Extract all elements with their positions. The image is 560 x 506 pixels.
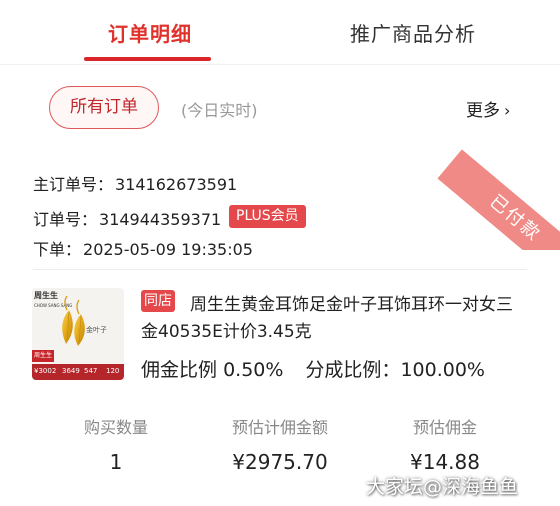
tab-product-analysis[interactable]: 推广商品分析 bbox=[350, 18, 476, 47]
order-value: 314944359371 bbox=[99, 210, 222, 229]
estimated-base-value: ¥2975.70 bbox=[232, 450, 328, 474]
share-rate-label: 分成比例： bbox=[305, 359, 401, 381]
estimated-base-label: 预估计佣金额 bbox=[231, 418, 328, 437]
top-tabs: 订单明细 推广商品分析 bbox=[0, 0, 560, 65]
placed-value: 2025-05-09 19:35:05 bbox=[83, 240, 253, 259]
order-label: 订单号： bbox=[33, 210, 98, 229]
same-store-badge: 同店 bbox=[141, 290, 175, 312]
order-detail-page: 订单明细 推广商品分析 所有订单 (今日实时) 更多 › 已付款 主订单号： 314… bbox=[0, 0, 560, 506]
chevron-right-icon: › bbox=[504, 101, 511, 120]
thumb-bar-value: 3649 bbox=[62, 367, 80, 375]
main-order-number: 主订单号： 314162673591 bbox=[33, 171, 237, 195]
plus-member-badge: PLUS会员 bbox=[229, 205, 306, 228]
active-tab-indicator bbox=[84, 57, 211, 61]
paid-status-ribbon: 已付款 bbox=[437, 149, 560, 250]
thumb-price-bar: ¥3002 3649 547 120 bbox=[32, 364, 124, 380]
tab-order-details[interactable]: 订单明细 bbox=[108, 18, 192, 47]
purchase-quantity-label: 购买数量 bbox=[83, 418, 148, 437]
product-title-line2[interactable]: 金40535E计价3.45克 bbox=[141, 317, 312, 342]
main-order-value: 314162673591 bbox=[115, 175, 238, 194]
estimated-commission-label: 预估佣金 bbox=[412, 418, 477, 437]
status-ribbon-container: 已付款 bbox=[430, 140, 560, 250]
realtime-note: (今日实时) bbox=[181, 101, 258, 120]
commission-rate-value: 0.50% bbox=[223, 359, 284, 381]
thumb-bar-value: ¥3002 bbox=[34, 367, 57, 375]
estimated-commission-value: ¥14.88 bbox=[410, 450, 480, 474]
order-placed-time: 下单： 2025-05-09 19:35:05 bbox=[33, 236, 253, 260]
commission-rates: 佣金比例 0.50% 分成比例：100.00% bbox=[141, 355, 485, 382]
forum-watermark: 大家坛@深海鱼鱼 bbox=[366, 476, 519, 498]
product-thumbnail[interactable]: 周生生 CHOW SANG SANG 金叶子 周生生 ¥3002 3649 54… bbox=[32, 288, 124, 380]
placed-label: 下单： bbox=[33, 240, 82, 259]
thumb-bar-value: 547 bbox=[84, 367, 98, 375]
thumb-bar-value: 120 bbox=[106, 367, 120, 375]
thumb-tag: 周生生 bbox=[32, 350, 54, 362]
main-order-label: 主订单号： bbox=[33, 175, 114, 194]
section-divider bbox=[33, 269, 527, 270]
commission-rate-label: 佣金比例 bbox=[141, 359, 218, 381]
all-orders-filter-button[interactable]: 所有订单 bbox=[49, 86, 159, 129]
more-button[interactable]: 更多 › bbox=[466, 96, 510, 121]
thumb-caption: 金叶子 bbox=[86, 326, 107, 334]
product-title-line1[interactable]: 周生生黄金耳饰足金叶子耳饰耳环一对女三 bbox=[190, 290, 513, 315]
order-number: 订单号： 314944359371 bbox=[33, 206, 221, 230]
purchase-quantity-value: 1 bbox=[109, 450, 123, 474]
tabs-divider bbox=[0, 64, 560, 65]
share-rate-value: 100.00% bbox=[400, 359, 485, 381]
more-label: 更多 bbox=[466, 101, 500, 121]
